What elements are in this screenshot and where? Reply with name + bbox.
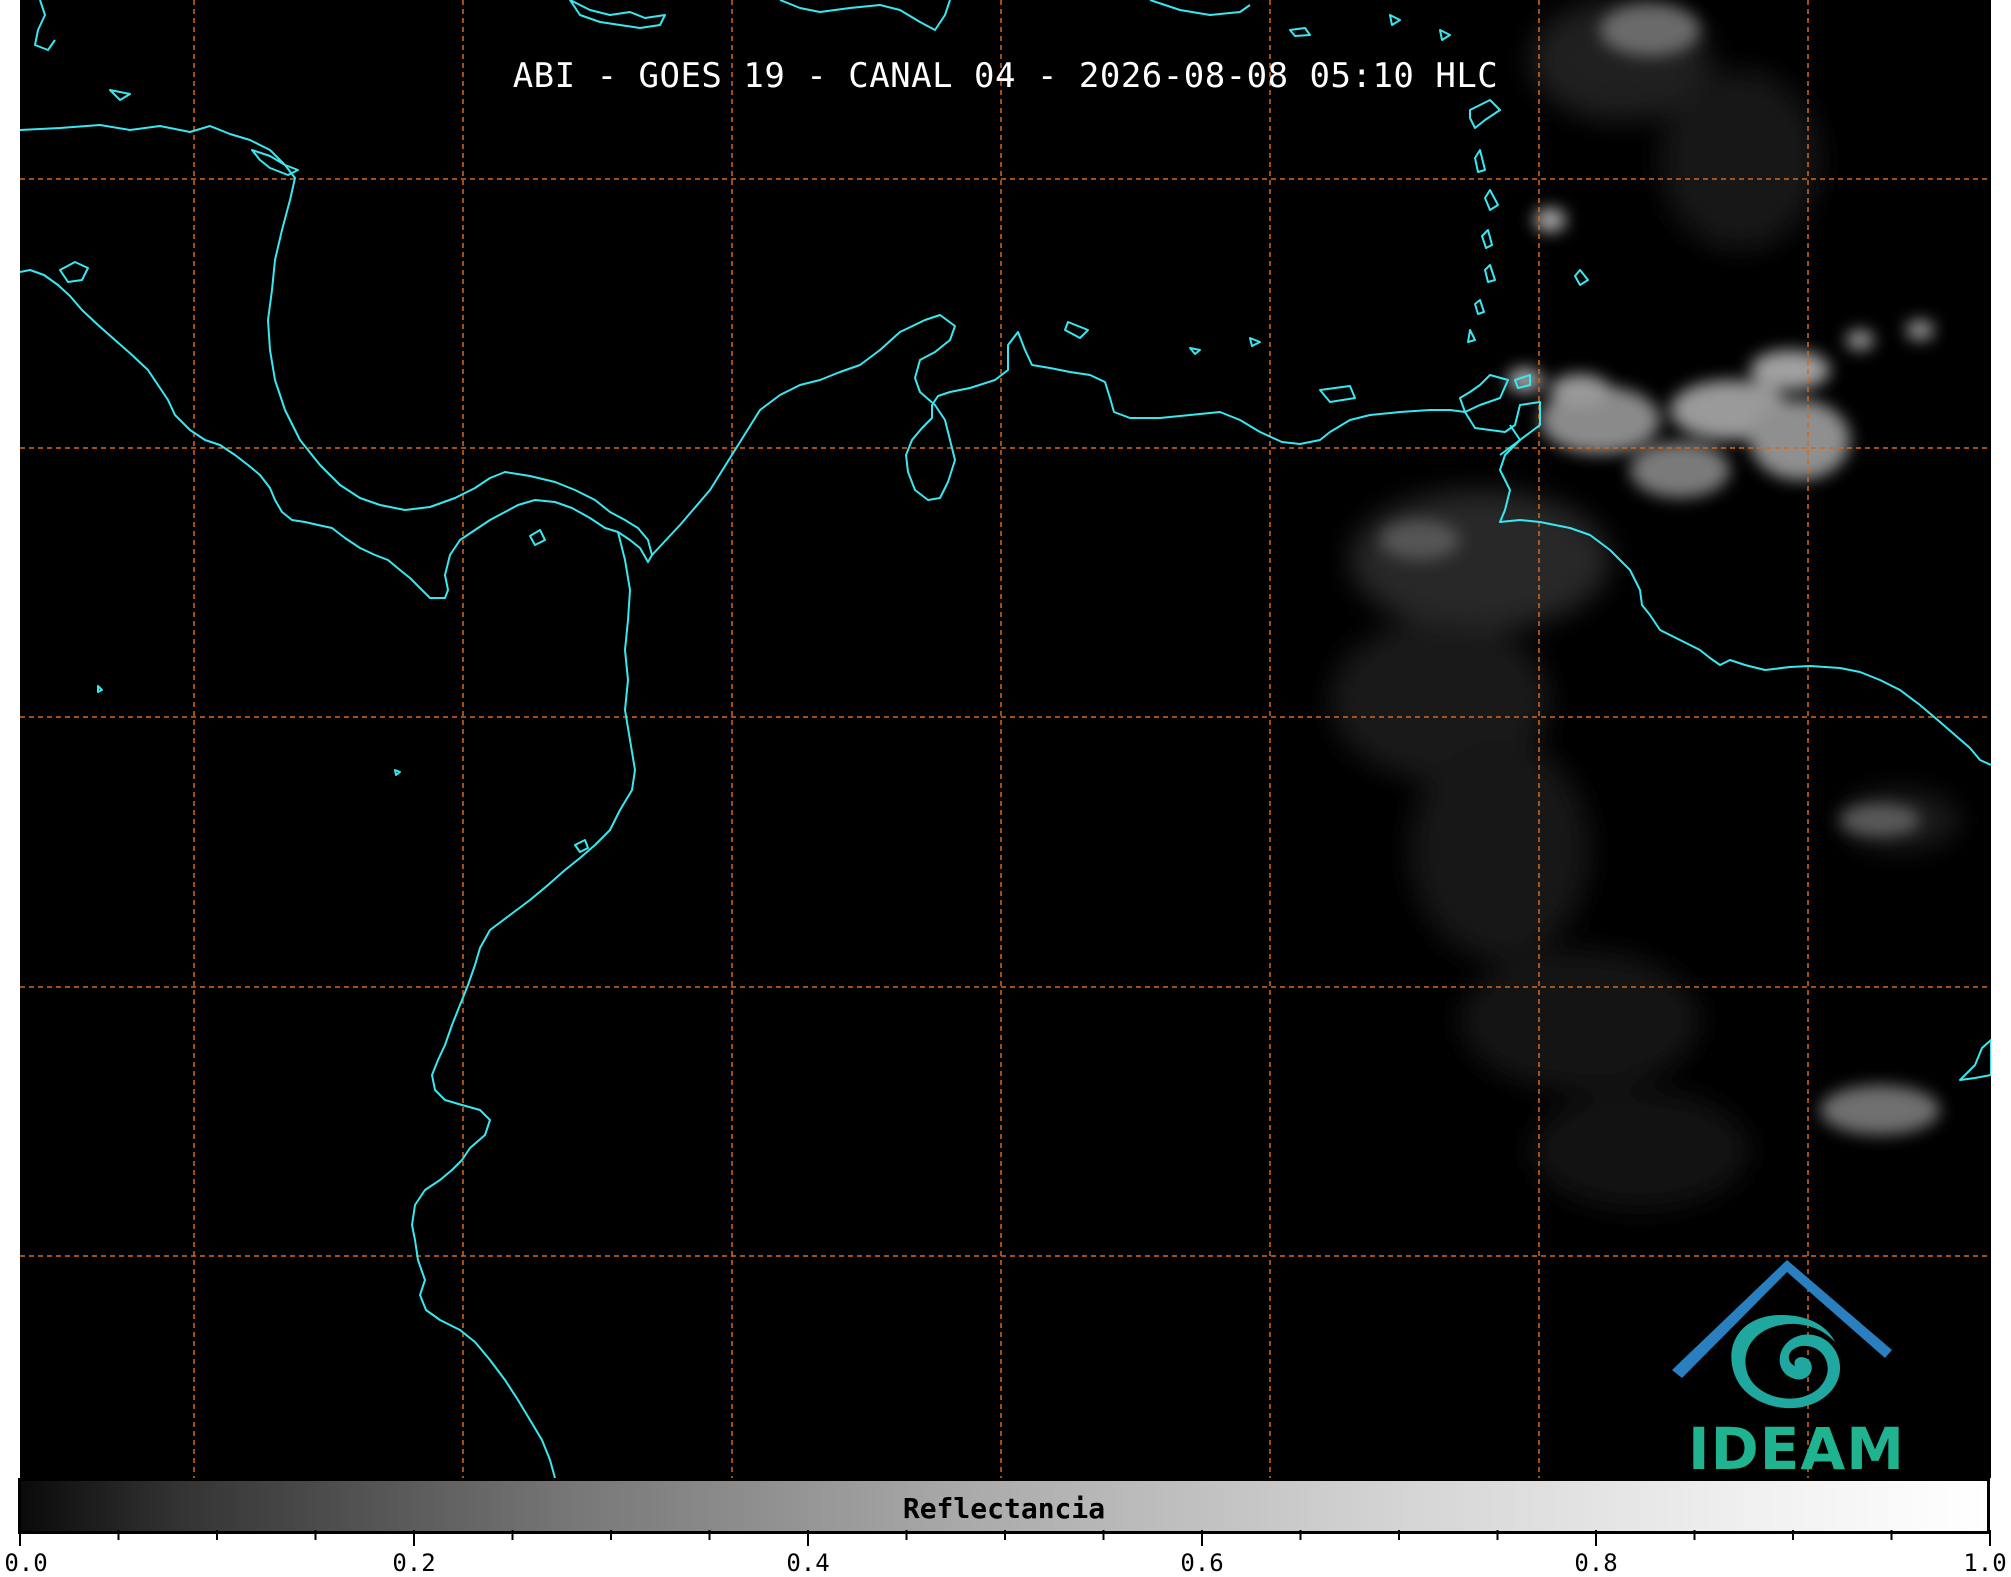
colorbar: Reflectancia (18, 1478, 1990, 1534)
satellite-map-panel: ABI - GOES 19 - CANAL 04 - 2026-08-08 05… (20, 0, 1991, 1478)
island (97, 685, 103, 693)
island (59, 261, 89, 283)
island (1289, 27, 1311, 37)
island (1189, 347, 1201, 355)
island (1467, 329, 1476, 343)
island (1574, 269, 1589, 286)
island (1484, 264, 1496, 283)
coastline-colombia-pacific (411, 531, 636, 1478)
colorbar-tick-label: 0.4 (786, 1549, 830, 1577)
island (1474, 299, 1485, 315)
coastline-cuba (569, 0, 666, 29)
colorbar-tick-label: 1.0 (1963, 1549, 2007, 1577)
island (1439, 29, 1451, 41)
colorbar-ticks (19, 1530, 1991, 1546)
island (529, 529, 546, 546)
island (1469, 99, 1501, 129)
island (1064, 321, 1089, 339)
colorbar-label: Reflectancia (902, 1492, 1106, 1525)
island (1481, 229, 1493, 249)
island (1249, 337, 1261, 347)
coastline-hispaniola (779, 0, 951, 31)
colorbar-tick-label: 0.2 (392, 1549, 436, 1577)
coastline-peninsula (1459, 374, 1509, 413)
colorbar-tick-label: 0.0 (4, 1549, 48, 1577)
island (1319, 385, 1356, 403)
coastline-puerto-rico (1149, 0, 1251, 16)
island (574, 839, 589, 853)
island (1474, 149, 1486, 173)
logo-swirl-icon (1731, 1315, 1841, 1409)
island (394, 769, 401, 776)
coastline-segment (34, 0, 56, 51)
logo-text: IDEAM (1688, 1415, 1905, 1478)
island (1484, 189, 1499, 211)
island (1389, 14, 1401, 26)
coastline-central-america (20, 124, 653, 599)
colorbar-tick-label: 0.8 (1574, 1549, 1618, 1577)
map-title: ABI - GOES 19 - CANAL 04 - 2026-08-08 05… (512, 56, 1499, 96)
coastline-east (1959, 1039, 1991, 1081)
cloud-cover (1330, 0, 1960, 1210)
colorbar-tick-label: 0.6 (1180, 1549, 1224, 1577)
